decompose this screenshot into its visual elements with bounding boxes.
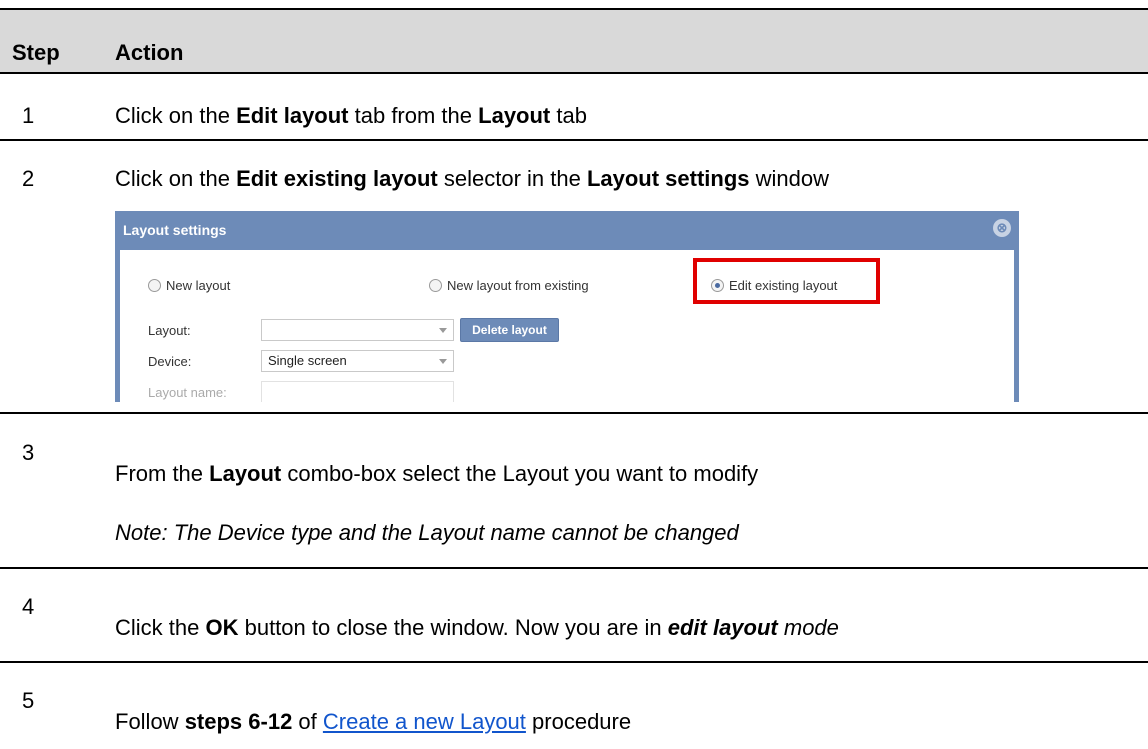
text-bold: Layout: [478, 103, 551, 128]
device-label: Device:: [148, 354, 192, 369]
close-icon[interactable]: ⊗: [993, 219, 1011, 237]
step-action-text: Follow steps 6-12 of Create a new Layout…: [115, 709, 631, 735]
step-action-text: Click on the Edit existing layout select…: [115, 166, 829, 192]
dialog-body: New layout New layout from existing Edit…: [120, 250, 1014, 402]
edit-existing-layout-radio[interactable]: Edit existing layout: [711, 278, 837, 293]
text-bold-italic: edit layout: [667, 615, 778, 640]
header-action: Action: [115, 40, 184, 65]
text-bold: steps 6-12: [184, 709, 293, 734]
step-note: Note: The Device type and the Layout nam…: [115, 520, 739, 545]
layout-combo[interactable]: [261, 319, 454, 341]
text-bold: Edit layout: [236, 103, 349, 128]
row-divider: [0, 139, 1148, 141]
header-step: Step: [12, 40, 60, 65]
text-bold: Layout: [209, 461, 282, 486]
text: tab from the: [348, 103, 479, 128]
text-bold: OK: [205, 615, 239, 640]
step-action-text: From the Layout combo-box select the Lay…: [115, 461, 758, 487]
radio-icon: [148, 279, 161, 292]
row-divider: [0, 661, 1148, 663]
device-combo[interactable]: Single screen: [261, 350, 454, 372]
text: Follow: [115, 709, 185, 734]
text: From the: [115, 461, 210, 486]
text: window: [749, 166, 830, 191]
text: Click on the: [115, 166, 237, 191]
text-italic: mode: [777, 615, 839, 640]
step-number: 2: [22, 166, 35, 191]
text: selector in the: [437, 166, 587, 191]
chevron-down-icon: [439, 328, 447, 333]
radio-label: Edit existing layout: [729, 278, 838, 293]
layout-label: Layout:: [148, 323, 191, 338]
radio-label: New layout: [166, 278, 231, 293]
combo-value: Single screen: [268, 353, 347, 368]
table-header: Step Action: [0, 8, 1148, 74]
delete-layout-button[interactable]: Delete layout: [460, 318, 559, 342]
text: of: [292, 709, 323, 734]
layout-settings-dialog: Layout settings ⊗ New layout New layout …: [115, 211, 1019, 402]
text: Click the: [115, 615, 206, 640]
step-number: 5: [22, 688, 35, 713]
radio-selected-icon: [711, 279, 724, 292]
step-action-text: Click on the Edit layout tab from the La…: [115, 103, 587, 129]
new-layout-radio[interactable]: New layout: [148, 278, 230, 293]
dialog-title: Layout settings: [123, 222, 227, 238]
radio-icon: [429, 279, 442, 292]
create-new-layout-link[interactable]: Create a new Layout: [323, 709, 526, 734]
text: procedure: [525, 709, 632, 734]
step-number: 4: [22, 594, 35, 619]
text: button to close the window. Now you are …: [238, 615, 668, 640]
new-layout-from-existing-radio[interactable]: New layout from existing: [429, 278, 589, 293]
text: combo-box select the Layout you want to …: [281, 461, 759, 486]
layout-name-label: Layout name:: [148, 385, 227, 400]
row-divider: [0, 567, 1148, 569]
step-number: 1: [22, 103, 35, 128]
text-bold: Layout settings: [586, 166, 750, 191]
text: tab: [550, 103, 587, 128]
step-number: 3: [22, 440, 35, 465]
layout-name-field: [261, 381, 454, 402]
row-divider: [0, 412, 1148, 414]
chevron-down-icon: [439, 359, 447, 364]
text-bold: Edit existing layout: [236, 166, 438, 191]
text: Click on the: [115, 103, 237, 128]
step-action-text: Click the OK button to close the window.…: [115, 615, 839, 641]
radio-label: New layout from existing: [447, 278, 589, 293]
